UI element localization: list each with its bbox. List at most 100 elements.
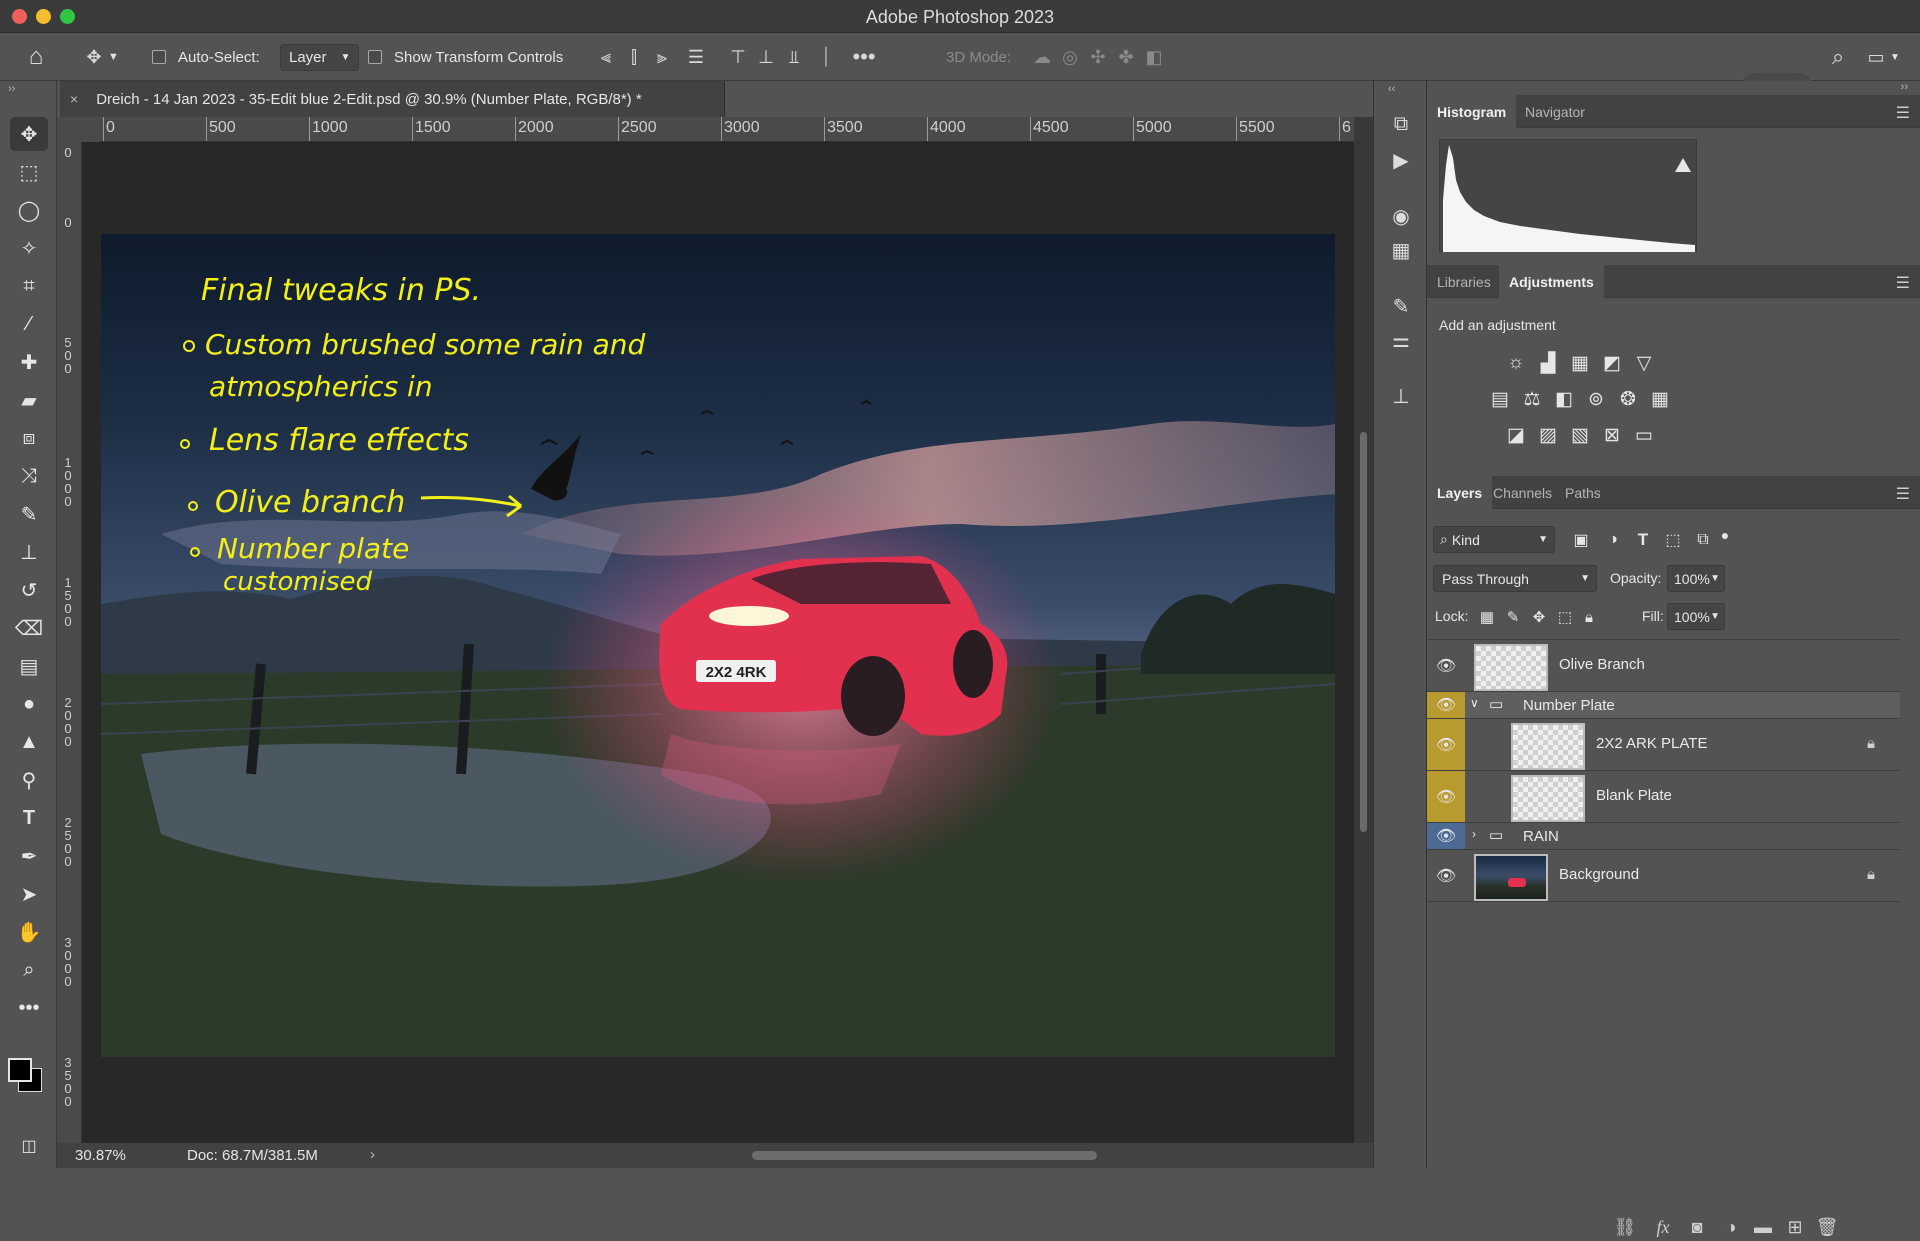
- align-right-icon[interactable]: ⫸: [648, 43, 676, 71]
- layer-name[interactable]: 2X2 ARK PLATE: [1596, 735, 1707, 752]
- distribute-vertical-icon[interactable]: ⏐: [812, 43, 840, 71]
- align-top-icon[interactable]: ⊤: [724, 43, 752, 71]
- delete-layer-icon[interactable]: 🗑︎: [1813, 1213, 1841, 1241]
- tab-navigator[interactable]: Navigator: [1515, 95, 1595, 128]
- grid-panel-icon[interactable]: ▦: [1386, 235, 1416, 265]
- brush-tool-icon[interactable]: ✎: [10, 497, 48, 531]
- group-collapsed-chevron-icon[interactable]: ›: [1472, 827, 1476, 841]
- collapse-dock-icon[interactable]: ››: [1901, 81, 1908, 93]
- magic-wand-tool-icon[interactable]: ✧: [10, 231, 48, 265]
- 3d-roll-icon[interactable]: ◎: [1056, 43, 1084, 71]
- visibility-eye-icon[interactable]: 👁︎: [1427, 850, 1465, 901]
- history-brush-tool-icon[interactable]: ↺: [10, 573, 48, 607]
- collapse-strip-icon[interactable]: ‹‹: [1388, 83, 1395, 95]
- vibrance-icon[interactable]: ▽: [1632, 351, 1656, 375]
- dodge-tool-icon[interactable]: ⚲: [10, 763, 48, 797]
- exposure-icon[interactable]: ◩: [1600, 351, 1624, 375]
- status-menu-chevron-icon[interactable]: ›: [370, 1146, 375, 1163]
- layer-name[interactable]: RAIN: [1523, 828, 1559, 845]
- align-middle-icon[interactable]: ⊥: [752, 43, 780, 71]
- spot-healing-tool-icon[interactable]: ✚: [10, 345, 48, 379]
- type-filter-icon[interactable]: T: [1631, 528, 1655, 552]
- adjustment-filter-icon[interactable]: ◑: [1601, 528, 1625, 552]
- close-document-icon[interactable]: ×: [70, 91, 78, 107]
- path-selection-tool-icon[interactable]: ➤: [10, 877, 48, 911]
- workspace-icon[interactable]: ▭ ▼: [1862, 33, 1899, 81]
- group-expanded-chevron-icon[interactable]: ∨: [1470, 696, 1479, 710]
- opacity-input[interactable]: 100% ▼: [1667, 565, 1725, 592]
- layer-blank-plate[interactable]: 👁︎ Blank Plate: [1427, 771, 1900, 823]
- layer-background[interactable]: 👁︎ Background 🔒︎: [1427, 850, 1900, 902]
- lock-transparent-icon[interactable]: ▦: [1475, 605, 1499, 629]
- content-aware-move-icon[interactable]: ⤨: [10, 459, 48, 493]
- levels-icon[interactable]: ▟: [1536, 351, 1560, 375]
- lock-all-icon[interactable]: 🔒︎: [1577, 605, 1601, 629]
- gradient-tool-icon[interactable]: ▤: [10, 649, 48, 683]
- shape-filter-icon[interactable]: ⬚: [1661, 528, 1685, 552]
- layer-olive-branch[interactable]: 👁︎ Olive Branch: [1427, 640, 1900, 692]
- tab-adjustments[interactable]: Adjustments: [1499, 265, 1604, 298]
- actions-panel-icon[interactable]: ▶: [1386, 145, 1416, 175]
- crop-tool-icon[interactable]: ⌗: [10, 269, 48, 303]
- layer-style-icon[interactable]: fx: [1649, 1213, 1677, 1241]
- fill-input[interactable]: 100% ▼: [1667, 603, 1725, 630]
- 3d-pan-icon[interactable]: ✣: [1084, 43, 1112, 71]
- hue-saturation-icon[interactable]: ▤: [1488, 387, 1512, 411]
- posterize-icon[interactable]: ▨: [1536, 423, 1560, 447]
- panel-menu-icon[interactable]: ☰: [1896, 103, 1910, 123]
- layer-name[interactable]: Background: [1559, 866, 1639, 883]
- 3d-orbit-icon[interactable]: ☁: [1028, 43, 1056, 71]
- layer-name[interactable]: Blank Plate: [1596, 787, 1672, 804]
- smart-object-filter-icon[interactable]: ⧉: [1691, 528, 1715, 552]
- type-tool-icon[interactable]: T: [10, 801, 48, 835]
- edit-toolbar-icon[interactable]: •••: [10, 991, 48, 1025]
- brush-settings-icon[interactable]: ✎: [1386, 291, 1416, 321]
- layer-name[interactable]: Olive Branch: [1559, 656, 1645, 673]
- link-layers-icon[interactable]: ⛓: [1611, 1213, 1639, 1241]
- invert-icon[interactable]: ◪: [1504, 423, 1528, 447]
- color-lookup-icon[interactable]: ▦: [1648, 387, 1672, 411]
- canvas-image[interactable]: 2X2 4RK Final tweaks in PS. Custom brush…: [101, 234, 1335, 1057]
- collapse-toolbar-icon[interactable]: ››: [8, 83, 15, 95]
- auto-select-dropdown[interactable]: Layer ▼: [280, 33, 360, 81]
- zoom-level[interactable]: 30.87%: [75, 1147, 126, 1164]
- healing-brush-tool-icon[interactable]: ▰: [10, 383, 48, 417]
- zoom-tool-icon[interactable]: ⌕: [10, 953, 48, 987]
- auto-select-checkbox[interactable]: [152, 50, 166, 64]
- align-center-icon[interactable]: ⫿: [620, 43, 648, 71]
- properties-panel-icon[interactable]: ⚌: [1386, 325, 1416, 355]
- add-mask-icon[interactable]: ◙: [1683, 1213, 1711, 1241]
- lasso-tool-icon[interactable]: ◯: [10, 193, 48, 227]
- gradient-map-icon[interactable]: ▭: [1632, 423, 1656, 447]
- eyedropper-tool-icon[interactable]: ⁄: [10, 307, 48, 341]
- clone-source-icon[interactable]: ⊥: [1386, 381, 1416, 411]
- move-tool-preset-button[interactable]: ✥ ▼: [80, 33, 118, 81]
- hand-tool-icon[interactable]: ✋: [10, 915, 48, 949]
- new-group-icon[interactable]: ▬: [1749, 1213, 1777, 1241]
- brightness-contrast-icon[interactable]: ☼: [1504, 351, 1528, 375]
- blend-mode-dropdown[interactable]: Pass Through ▼: [1433, 565, 1597, 592]
- quick-mask-icon[interactable]: ◫: [10, 1129, 48, 1163]
- blur-tool-icon[interactable]: ●: [10, 687, 48, 721]
- tab-paths[interactable]: Paths: [1555, 476, 1611, 509]
- move-tool-icon[interactable]: ✥: [10, 117, 48, 151]
- align-bottom-icon[interactable]: ⫫: [780, 43, 808, 71]
- vertical-scroll-thumb[interactable]: [1360, 432, 1367, 832]
- 3d-scale-icon[interactable]: ◧: [1140, 43, 1168, 71]
- selective-color-icon[interactable]: ⊠: [1600, 423, 1624, 447]
- show-transform-checkbox[interactable]: [368, 50, 382, 64]
- tab-histogram[interactable]: Histogram: [1427, 95, 1517, 128]
- document-tab[interactable]: × Dreich - 14 Jan 2023 - 35-Edit blue 2-…: [60, 81, 725, 117]
- threshold-icon[interactable]: ▧: [1568, 423, 1592, 447]
- panel-menu-icon[interactable]: ☰: [1896, 484, 1910, 504]
- color-balance-icon[interactable]: ⚖: [1520, 387, 1544, 411]
- tab-channels[interactable]: Channels: [1483, 476, 1562, 509]
- search-icon[interactable]: ⌕: [1824, 33, 1852, 81]
- patch-tool-icon[interactable]: ⧈: [10, 421, 48, 455]
- lock-image-icon[interactable]: ✎: [1501, 605, 1525, 629]
- home-icon[interactable]: ⌂: [22, 33, 50, 81]
- layer-name[interactable]: Number Plate: [1523, 697, 1615, 714]
- warning-icon[interactable]: [1675, 158, 1691, 172]
- pixel-filter-icon[interactable]: ▣: [1569, 528, 1593, 552]
- sharpen-tool-icon[interactable]: ▲: [10, 725, 48, 759]
